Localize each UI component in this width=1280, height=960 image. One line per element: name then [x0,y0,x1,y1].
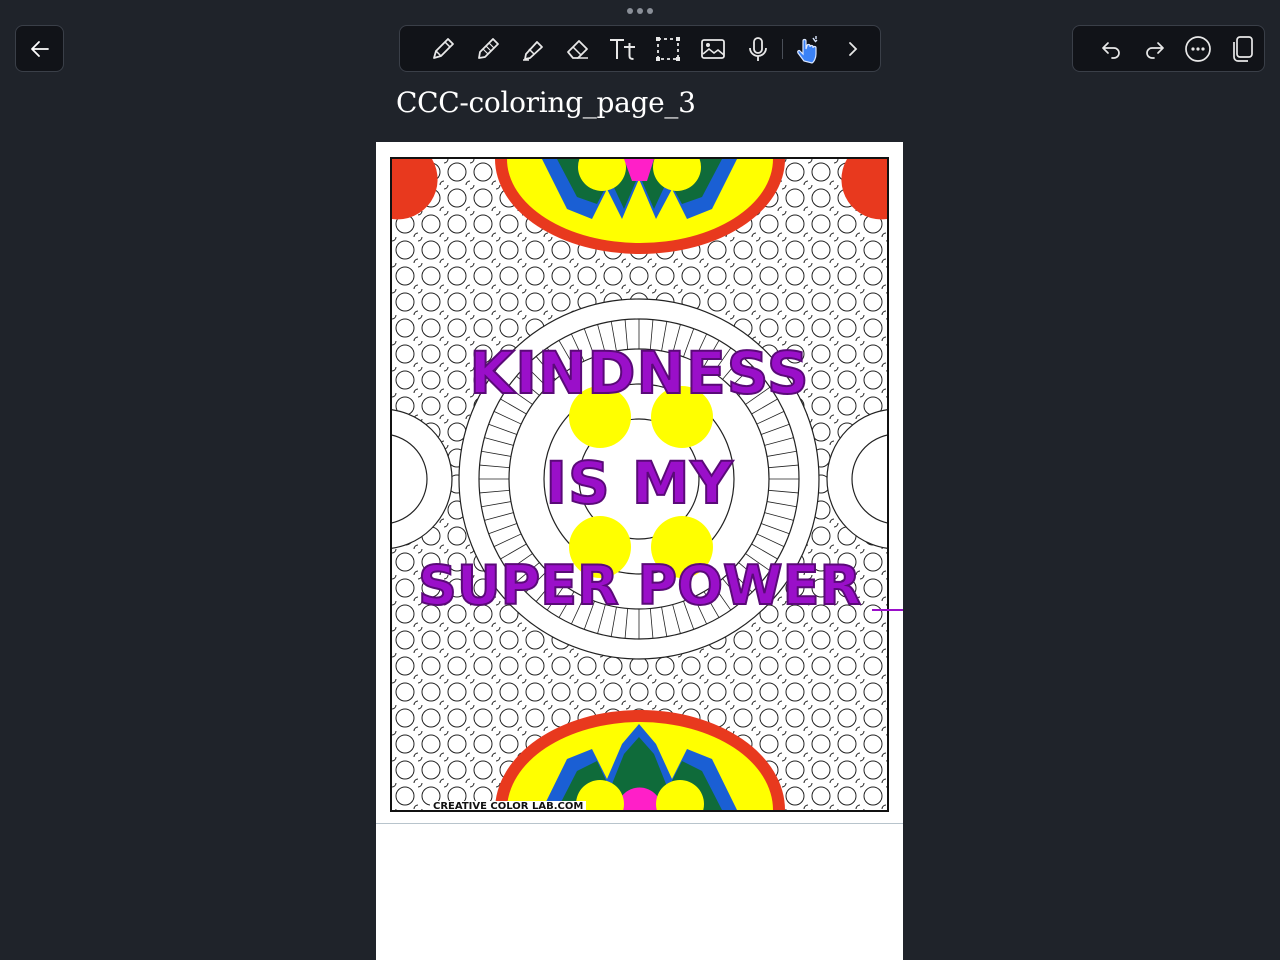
lasso-selection-icon [655,36,680,61]
arrow-left-icon [30,40,49,57]
window-grabber[interactable] [627,8,653,14]
lasso-tool-button[interactable] [645,29,690,69]
more-options-button[interactable] [1177,29,1221,69]
record-audio-button[interactable] [735,29,780,69]
back-button[interactable] [15,25,64,72]
undo-button[interactable] [1089,29,1133,69]
touch-gesture-icon [796,35,817,64]
coloring-page-image: KINDNESS IS MY SUPER POWER CREATIVE COLO… [390,157,889,812]
more-tools-button[interactable] [830,29,875,69]
eraser-tool-button[interactable] [555,29,600,69]
highlighter-tool-button[interactable] [510,29,555,69]
pencil-tool-button[interactable] [465,29,510,69]
image-tool-button[interactable] [690,29,735,69]
artwork-credit: CREATIVE COLOR LAB.COM [430,801,587,810]
toolbar-separator [782,38,783,59]
microphone-icon [748,36,767,61]
text-icon [609,38,635,60]
ink-stroke [872,609,903,611]
duplicate-page-icon [1233,35,1253,62]
artwork-line-1: KINDNESS [468,338,810,408]
redo-button[interactable] [1133,29,1177,69]
pencil-icon [477,37,499,59]
pen-icon [432,37,454,59]
artwork-line-2: IS MY [544,448,734,518]
touch-gesture-button[interactable] [785,29,830,69]
action-toolbar [1072,25,1265,72]
chevron-right-icon [848,41,857,56]
redo-icon [1145,41,1164,59]
image-icon [700,38,725,59]
document-title[interactable]: CCC-coloring_page_3 [396,86,696,119]
undo-icon [1102,41,1120,59]
pen-tool-button[interactable] [420,29,465,69]
artwork-line-3: SUPER POWER [417,553,862,618]
drawing-toolbar [399,25,881,72]
eraser-icon [566,39,588,59]
page-divider [376,823,903,824]
duplicate-page-button[interactable] [1220,29,1264,69]
text-tool-button[interactable] [600,29,645,69]
more-options-icon [1185,35,1212,62]
highlighter-icon [522,40,543,61]
